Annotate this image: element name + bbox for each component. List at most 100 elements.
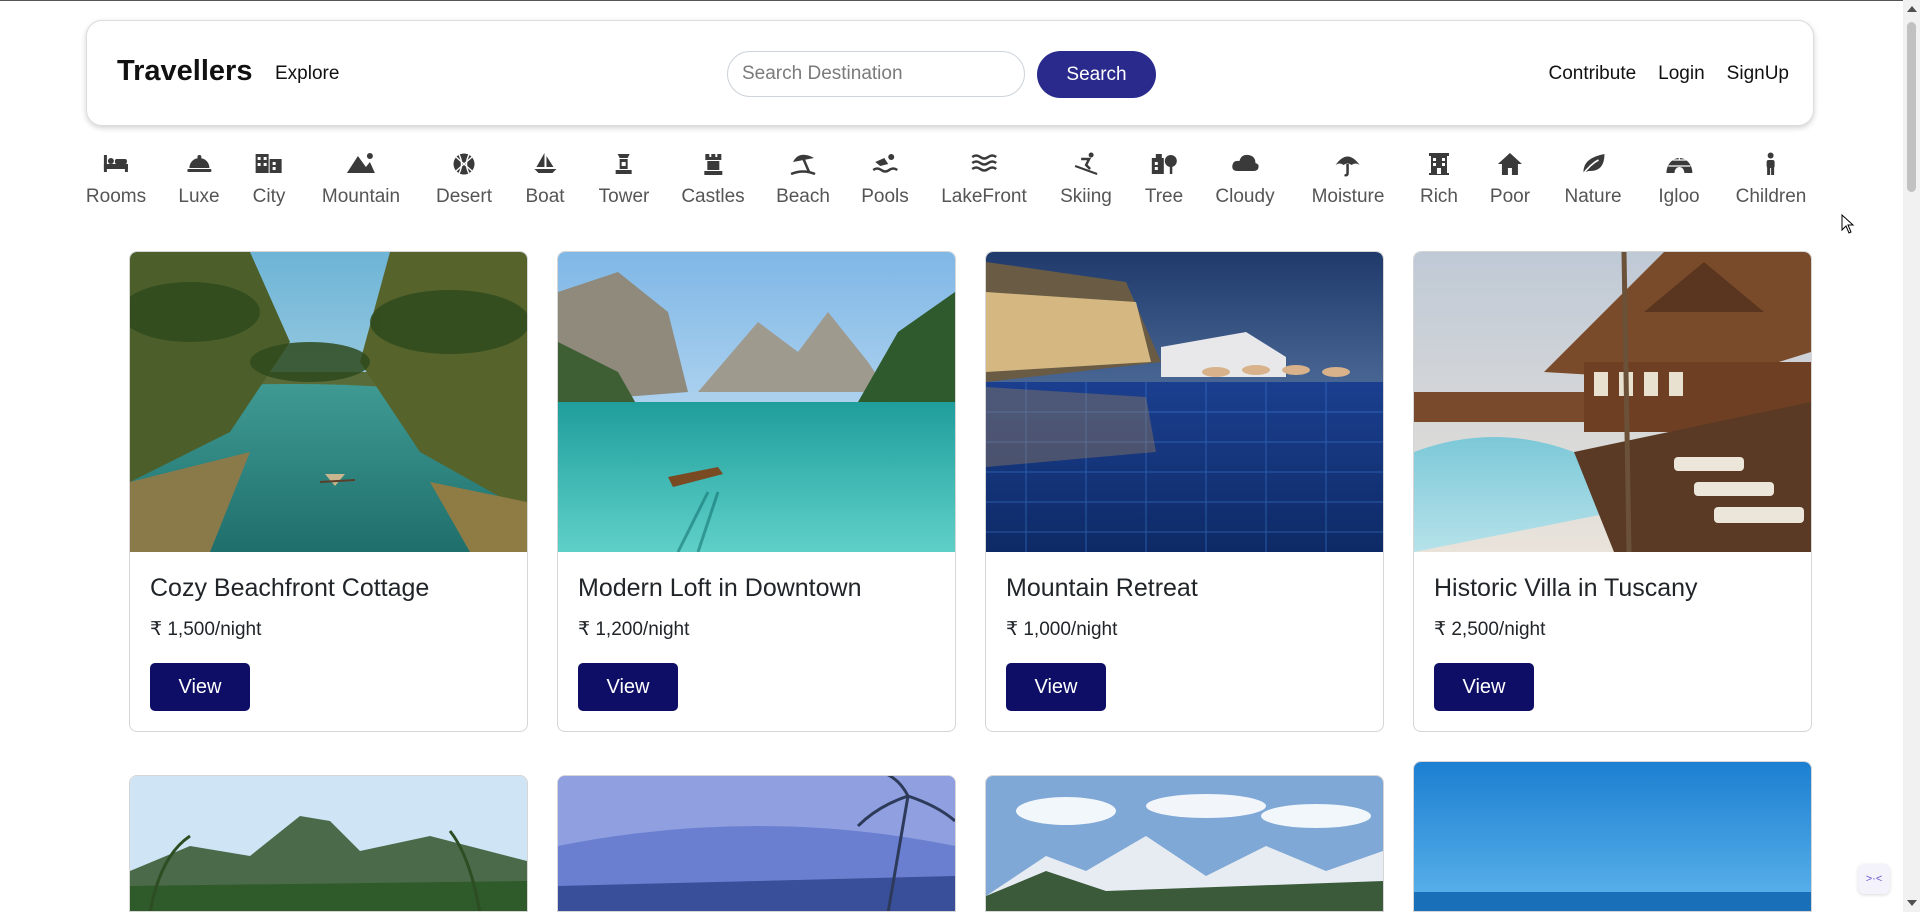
cloud-icon	[1215, 152, 1274, 178]
brand-logo[interactable]: Travellers	[117, 55, 252, 88]
filter-lakefront[interactable]: LakeFront	[941, 152, 1027, 212]
filter-label: Luxe	[178, 186, 220, 207]
filter-skiing[interactable]: Skiing	[1060, 152, 1112, 212]
filter-castles[interactable]: Castles	[681, 152, 745, 212]
filter-nature[interactable]: Nature	[1564, 152, 1622, 212]
filter-label: Rich	[1419, 186, 1459, 207]
listing-card[interactable]: Mountain Retreat ₹ 1,000/night View	[985, 251, 1384, 732]
filter-moisture[interactable]: Moisture	[1311, 152, 1385, 212]
listing-image[interactable]	[986, 776, 1383, 912]
filter-label: Children	[1735, 186, 1807, 207]
view-button[interactable]: View	[1434, 663, 1534, 711]
hotel-icon	[1420, 152, 1458, 178]
filter-label: Pools	[861, 186, 909, 207]
listing-image[interactable]	[1414, 252, 1811, 552]
assistant-widget-icon[interactable]: >·<	[1858, 864, 1890, 894]
view-button[interactable]: View	[578, 663, 678, 711]
filter-desert[interactable]: Desert	[436, 152, 492, 212]
nav-links: Contribute Login SignUp	[1549, 63, 1790, 85]
view-button[interactable]: View	[1006, 663, 1106, 711]
filter-rooms[interactable]: Rooms	[86, 152, 146, 212]
filter-poor[interactable]: Poor	[1490, 152, 1530, 212]
filter-city[interactable]: City	[252, 152, 286, 212]
contribute-link[interactable]: Contribute	[1549, 63, 1637, 85]
listing-title: Cozy Beachfront Cottage	[150, 574, 430, 602]
scrollbar-thumb[interactable]	[1907, 22, 1916, 192]
search-input[interactable]	[727, 51, 1025, 97]
listing-card[interactable]: Historic Villa in Tuscany ₹ 2,500/night …	[1413, 251, 1812, 732]
filter-label: Castles	[681, 186, 745, 207]
listing-image[interactable]	[1414, 762, 1811, 912]
scrollbar[interactable]	[1903, 0, 1920, 912]
listing-title: Historic Villa in Tuscany	[1434, 574, 1698, 602]
filter-label: Rooms	[85, 186, 147, 207]
login-link[interactable]: Login	[1658, 63, 1705, 85]
tower-icon	[599, 152, 650, 178]
listing-image[interactable]	[130, 252, 527, 552]
filter-igloo[interactable]: Igloo	[1658, 152, 1700, 212]
view-button[interactable]: View	[150, 663, 250, 711]
listing-image[interactable]	[130, 776, 527, 912]
filter-tree[interactable]: Tree	[1145, 152, 1183, 212]
water-icon	[941, 152, 1027, 178]
listing-title: Modern Loft in Downtown	[578, 574, 862, 602]
filter-children[interactable]: Children	[1735, 152, 1807, 212]
filter-label: Nature	[1564, 186, 1622, 207]
listing-price: ₹ 1,500/night	[150, 619, 262, 640]
filter-label: Skiing	[1060, 186, 1112, 207]
listing-card[interactable]	[985, 775, 1384, 912]
listing-card[interactable]: Cozy Beachfront Cottage ₹ 1,500/night Vi…	[129, 251, 528, 732]
listing-card[interactable]: Modern Loft in Downtown ₹ 1,200/night Vi…	[557, 251, 956, 732]
scroll-down-icon[interactable]	[1907, 900, 1917, 906]
basketball-icon	[436, 152, 492, 178]
listing-card[interactable]	[557, 775, 956, 912]
filter-label: City	[252, 186, 286, 207]
filter-boat[interactable]: Boat	[525, 152, 565, 212]
buildings-icon	[253, 152, 286, 178]
sailboat-icon	[525, 152, 564, 178]
filter-bar: Rooms Luxe City Mountain Desert Boat Tow…	[0, 152, 1900, 212]
filter-mountain[interactable]: Mountain	[322, 152, 400, 212]
filter-label: Boat	[525, 186, 565, 207]
listing-image[interactable]	[558, 252, 955, 552]
house-icon	[1490, 152, 1530, 178]
navbar: Travellers Explore Search Contribute Log…	[86, 20, 1814, 126]
signup-link[interactable]: SignUp	[1727, 63, 1789, 85]
listing-image[interactable]	[558, 776, 955, 912]
umbrella-icon	[1312, 152, 1385, 178]
window-top-border	[0, 0, 1920, 1]
filter-label: Mountain	[321, 186, 401, 207]
leaf-icon	[1564, 152, 1621, 178]
cloche-icon	[178, 152, 219, 178]
filter-beach[interactable]: Beach	[776, 152, 830, 212]
filter-label: Tree	[1144, 186, 1184, 207]
swimmer-icon	[861, 152, 909, 178]
scroll-up-icon[interactable]	[1907, 6, 1917, 12]
filter-label: Beach	[776, 186, 830, 207]
listing-image[interactable]	[986, 252, 1383, 552]
igloo-icon	[1658, 152, 1699, 178]
skier-icon	[1060, 152, 1112, 178]
filter-pools[interactable]: Pools	[861, 152, 909, 212]
filter-label: LakeFront	[941, 186, 1027, 207]
filter-label: Tower	[598, 186, 650, 207]
filter-label: Cloudy	[1215, 186, 1275, 207]
umbrella-beach-icon	[776, 152, 830, 178]
filter-label: Igloo	[1658, 186, 1700, 207]
listing-card[interactable]	[129, 775, 528, 912]
filter-label: Moisture	[1311, 186, 1385, 207]
filter-tower[interactable]: Tower	[598, 152, 650, 212]
filter-cloudy[interactable]: Cloudy	[1215, 152, 1275, 212]
child-icon	[1736, 152, 1807, 178]
listing-card[interactable]	[1413, 761, 1812, 912]
listing-price: ₹ 2,500/night	[1434, 619, 1546, 640]
listing-title: Mountain Retreat	[1006, 574, 1198, 602]
filter-label: Desert	[436, 186, 492, 207]
filter-label: Poor	[1489, 186, 1531, 207]
search-button[interactable]: Search	[1037, 51, 1156, 98]
explore-link[interactable]: Explore	[275, 63, 339, 85]
listing-price: ₹ 1,000/night	[1006, 619, 1118, 640]
mountain-icon	[322, 152, 400, 178]
filter-rich[interactable]: Rich	[1420, 152, 1458, 212]
filter-luxe[interactable]: Luxe	[178, 152, 220, 212]
